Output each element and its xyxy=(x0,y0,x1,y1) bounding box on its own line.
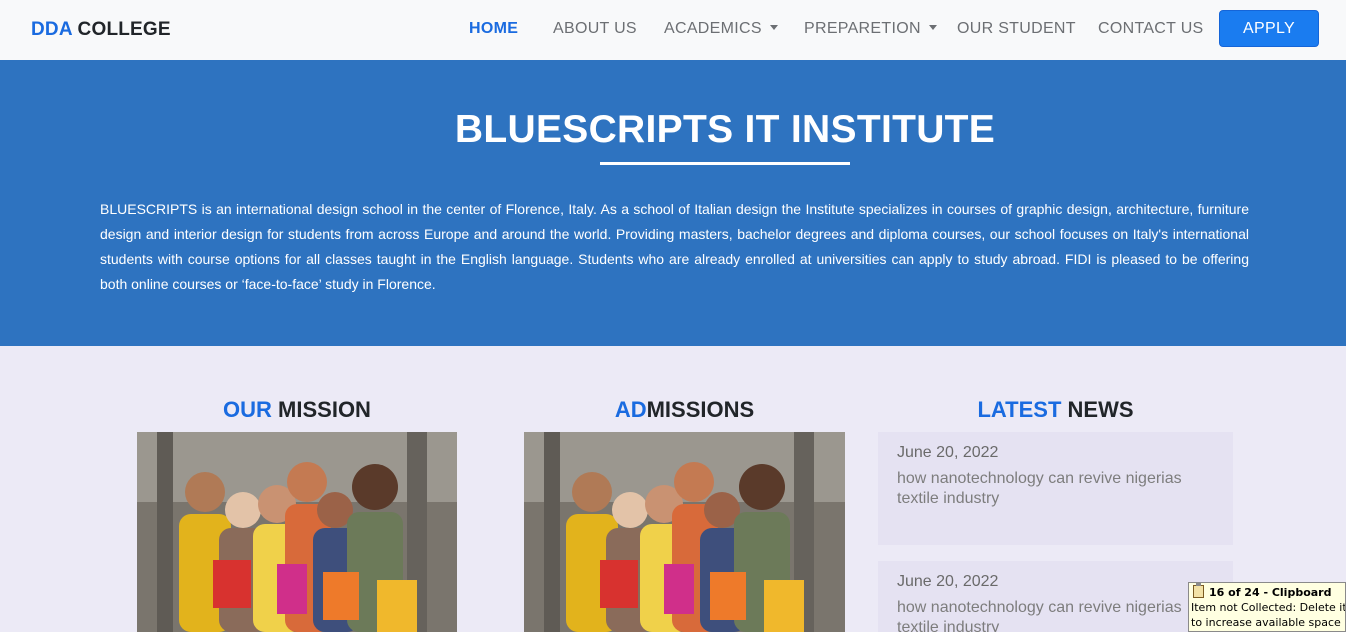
hero-description: BLUESCRIPTS is an international design s… xyxy=(100,201,1249,292)
admissions-heading: ADMISSIONS xyxy=(524,397,845,423)
nav-our-student-label: OUR STUDENT xyxy=(957,20,1076,37)
news-heading: LATEST NEWS xyxy=(878,397,1233,423)
clipboard-notification: 16 of 24 - Clipboard Item not Collected:… xyxy=(1188,582,1346,632)
mission-heading-accent: OUR xyxy=(223,397,272,422)
brand-name: COLLEGE xyxy=(72,19,171,40)
nav-academics-label: ACADEMICS xyxy=(664,20,762,37)
mission-heading: OUR MISSION xyxy=(137,397,457,423)
apply-button[interactable]: APPLY xyxy=(1219,10,1319,47)
nav-academics-dropdown[interactable]: ACADEMICS xyxy=(664,20,778,38)
brand-accent: DDA xyxy=(31,19,73,40)
nav-about-us-label: ABOUT US xyxy=(553,20,637,37)
clipboard-message-line2: to increase available space xyxy=(1191,616,1341,629)
mission-students-photo xyxy=(137,432,457,632)
chevron-down-icon xyxy=(928,25,937,30)
hero-divider xyxy=(600,162,850,165)
admissions-heading-accent: AD xyxy=(614,397,647,422)
nav-contact-us[interactable]: CONTACT US xyxy=(1098,20,1204,38)
nav-home-label: HOME xyxy=(469,20,519,37)
brand-logo[interactable]: DDA COLLEGE xyxy=(31,19,171,41)
admissions-students-photo xyxy=(524,432,845,632)
nav-preparetion-dropdown[interactable]: PREPARETION xyxy=(804,20,937,38)
clipboard-header-text: 16 of 24 - Clipboard xyxy=(1209,586,1332,599)
news-date: June 20, 2022 xyxy=(897,444,999,461)
mission-heading-rest: MISSION xyxy=(271,397,371,422)
news-card[interactable]: June 20, 2022 how nanotechnology can rev… xyxy=(878,432,1233,545)
admissions-heading-rest: MISSIONS xyxy=(646,397,755,422)
nav-preparetion-label: PREPARETION xyxy=(804,20,921,37)
news-title-link[interactable]: how nanotechnology can revive nigerias t… xyxy=(897,598,1217,632)
news-title-link[interactable]: how nanotechnology can revive nigerias t… xyxy=(897,469,1217,509)
nav-our-student[interactable]: OUR STUDENT xyxy=(957,20,1076,38)
nav-contact-us-label: CONTACT US xyxy=(1098,20,1204,37)
clipboard-header: 16 of 24 - Clipboard xyxy=(1193,583,1332,599)
top-navbar: DDA COLLEGE HOME ABOUT US ACADEMICS PREP… xyxy=(0,0,1346,60)
hero-title: BLUESCRIPTS IT INSTITUTE xyxy=(454,108,996,151)
news-date: June 20, 2022 xyxy=(897,573,999,590)
news-heading-rest: NEWS xyxy=(1061,397,1134,422)
chevron-down-icon xyxy=(769,25,778,30)
news-heading-accent: LATEST xyxy=(977,397,1062,422)
nav-about-us[interactable]: ABOUT US xyxy=(553,20,637,38)
nav-home[interactable]: HOME xyxy=(469,20,518,38)
hero-banner: BLUESCRIPTS IT INSTITUTE BLUESCRIPTS is … xyxy=(0,60,1346,346)
news-card[interactable]: June 20, 2022 how nanotechnology can rev… xyxy=(878,561,1233,632)
clipboard-icon xyxy=(1193,583,1204,598)
clipboard-message-line1: Item not Collected: Delete items xyxy=(1191,601,1346,614)
